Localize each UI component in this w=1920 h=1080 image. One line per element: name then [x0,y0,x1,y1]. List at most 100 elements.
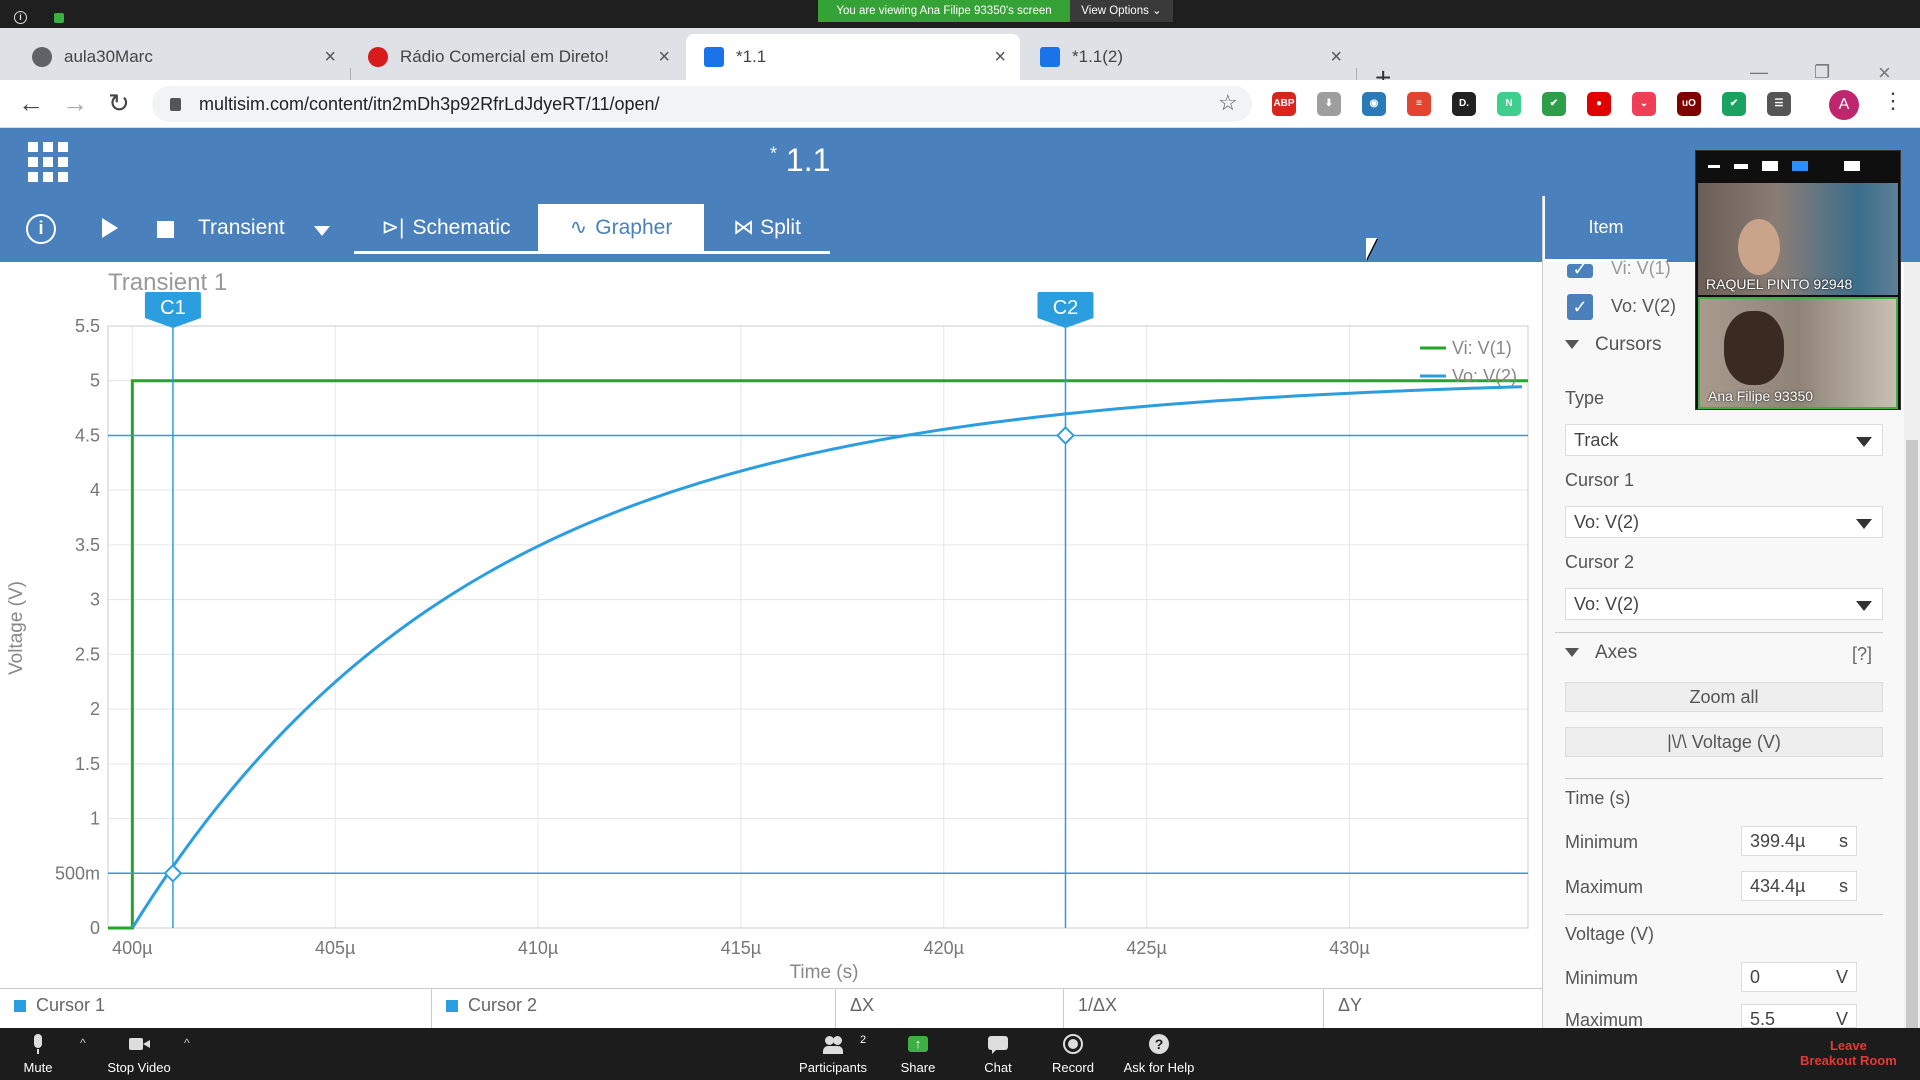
hide-video-icon[interactable] [1734,163,1748,169]
transient-chart[interactable]: Transient 1 0 500m 1 1.5 2 2.5 3 3.5 4 4.5 5 5.5 40… [0,262,1542,988]
info-button[interactable]: i [26,214,56,244]
cursor-marker[interactable] [1056,426,1075,445]
run-simulation-button[interactable] [102,218,118,238]
cursor2-trace-select[interactable]: Vo: V(2) [1565,588,1883,620]
voltage-axis-button[interactable]: |\/\ Voltage (V) [1565,727,1883,757]
bookmark-star-icon[interactable]: ☆ [1218,90,1238,116]
trace-vo-checkbox[interactable]: ✓ [1567,294,1593,320]
voltage-axis-label: Voltage (V) [1565,924,1655,944]
notion-n-icon[interactable]: N [1497,92,1521,116]
y-tick-label: 1.5 [75,754,100,774]
trace-vi-checkbox[interactable]: ✓ [1567,264,1593,278]
trace-vo-label: Vo: V(2) [1611,296,1677,316]
minimize-icon[interactable] [1708,164,1720,168]
tab-split[interactable]: ⋈ Split [704,204,830,254]
x-tick-label: 415µ [721,938,761,958]
voltage-max-input[interactable]: 5.5 V [1741,1004,1857,1028]
d-extension-icon[interactable]: D. [1452,92,1476,116]
browser-tab-aula30marc[interactable]: aula30Marc × [14,34,350,80]
cursor2-label: Cursor 2 [1565,552,1635,572]
y-tick-label: 3 [90,590,100,610]
browser-tab-radio-comercial[interactable]: Rádio Comercial em Direto! × [350,34,684,80]
pocket-icon[interactable]: ⌄ [1632,92,1656,116]
axes-section-header[interactable]: Axes [1565,642,1637,664]
cursor-marker[interactable] [163,863,183,883]
tab-schematic[interactable]: ⊳| Schematic [354,204,538,254]
cursor-type-label: Type [1565,388,1605,408]
gallery-view-icon[interactable] [1792,161,1808,171]
stop-video-button[interactable]: Stop Video [104,1034,174,1075]
browser-tab-bar: aula30Marc × Rádio Comercial em Direto! … [0,28,1920,94]
mouse-pointer-icon [1366,238,1377,260]
app-launcher-icon[interactable] [28,142,68,182]
active-speaker-icon[interactable] [1762,161,1778,171]
cursor1-column[interactable]: Cursor 1 [0,989,432,1029]
view-options-button[interactable]: View Options ⌄ [1070,0,1173,22]
green-check-extension-icon[interactable]: ✔ [1722,92,1746,116]
chevron-down-icon[interactable] [314,226,330,236]
time-max-input[interactable]: 434.4µ s [1741,871,1857,901]
profile-avatar[interactable]: A [1829,90,1859,120]
y-tick-label: 500m [55,863,100,883]
ublock-icon[interactable]: uO [1677,92,1701,116]
screen-share-banner: i You are viewing Ana Filipe 93350's scr… [0,0,1920,28]
tab-item[interactable]: Item [1545,196,1667,262]
chevron-up-icon[interactable]: ^ [184,1036,190,1050]
time-min-input[interactable]: 399.4µ s [1741,826,1857,856]
url-bar[interactable]: multisim.com/content/itn2mDh3p92RfrLdJdy… [152,86,1252,122]
share-screen-button[interactable]: ↑ Share [900,1034,936,1075]
x-axis-label: Time (s) [790,962,859,983]
chat-button[interactable]: Chat [980,1034,1016,1075]
stop-simulation-button[interactable] [157,221,174,238]
address-toolbar: ← → ↻ multisim.com/content/itn2mDh3p92Rf… [0,80,1920,128]
analysis-type-label[interactable]: Transient [198,216,285,240]
split-view-icon: ⋈ [733,216,755,239]
close-tab-icon[interactable]: × [1330,46,1342,69]
forward-arrow-icon[interactable]: → [62,88,88,119]
adblock-plus-icon[interactable]: ABP [1272,92,1296,116]
eye-extension-icon[interactable]: ◉ [1362,92,1386,116]
participant-video-raquel[interactable]: RAQUEL PINTO 92948 [1698,183,1898,295]
download-icon[interactable]: ⬇ [1317,92,1341,116]
exit-fullscreen-icon[interactable] [1844,161,1860,171]
close-tab-icon[interactable]: × [658,46,670,69]
tab-label: Split [760,215,801,239]
plot-border [107,325,1529,929]
participant-video-ana[interactable]: Ana Filipe 93350 [1698,297,1898,409]
participant-face [1724,311,1784,385]
series-vo-line[interactable] [131,385,1522,929]
tab-grapher[interactable]: ∿ Grapher [538,204,704,254]
close-tab-icon[interactable]: × [324,46,336,69]
close-tab-icon[interactable]: × [994,46,1006,69]
browser-tab-1-1-2[interactable]: *1.1(2) × [1022,34,1356,80]
back-arrow-icon[interactable]: ← [18,88,44,119]
info-icon[interactable]: i [14,11,27,24]
record-button[interactable]: Record [1052,1034,1094,1075]
shield-icon[interactable]: ✔ [1542,92,1566,116]
mute-button[interactable]: Mute [20,1034,56,1075]
time-max-label: Maximum [1565,877,1644,897]
radio-favicon-icon [368,47,388,67]
browser-menu-icon[interactable]: ⋮ [1882,88,1904,114]
participant-name: Ana Filipe 93350 [1708,388,1814,404]
chevron-up-icon[interactable]: ^ [80,1036,86,1050]
todoist-icon[interactable]: ≡ [1407,92,1431,116]
chevron-down-icon [1856,601,1872,611]
cursor1-trace-select[interactable]: Vo: V(2) [1565,506,1883,538]
browser-tab-1-1[interactable]: *1.1 × [686,34,1020,80]
axes-help-link[interactable]: [?] [1852,644,1872,665]
voltage-min-input[interactable]: 0V [1741,962,1857,992]
leave-breakout-room-button[interactable]: Leave Breakout Room [1800,1038,1897,1068]
reload-icon[interactable]: ↻ [108,88,130,119]
panel-scrollbar-thumb[interactable] [1906,440,1918,1028]
participants-button[interactable]: Participants [796,1034,870,1075]
tab-label: Grapher [595,215,673,239]
ask-for-help-button[interactable]: ? Ask for Help [1122,1034,1196,1075]
zoom-all-button[interactable]: Zoom all [1565,682,1883,712]
cursor-type-select[interactable]: Track [1565,424,1883,456]
playlist-icon[interactable]: ☰ [1767,92,1791,116]
cursor2-column[interactable]: Cursor 2 [432,989,836,1029]
cursors-section-header[interactable]: Cursors [1565,334,1662,356]
multisim-favicon-icon [1040,47,1060,67]
red-extension-icon[interactable]: ● [1587,92,1611,116]
